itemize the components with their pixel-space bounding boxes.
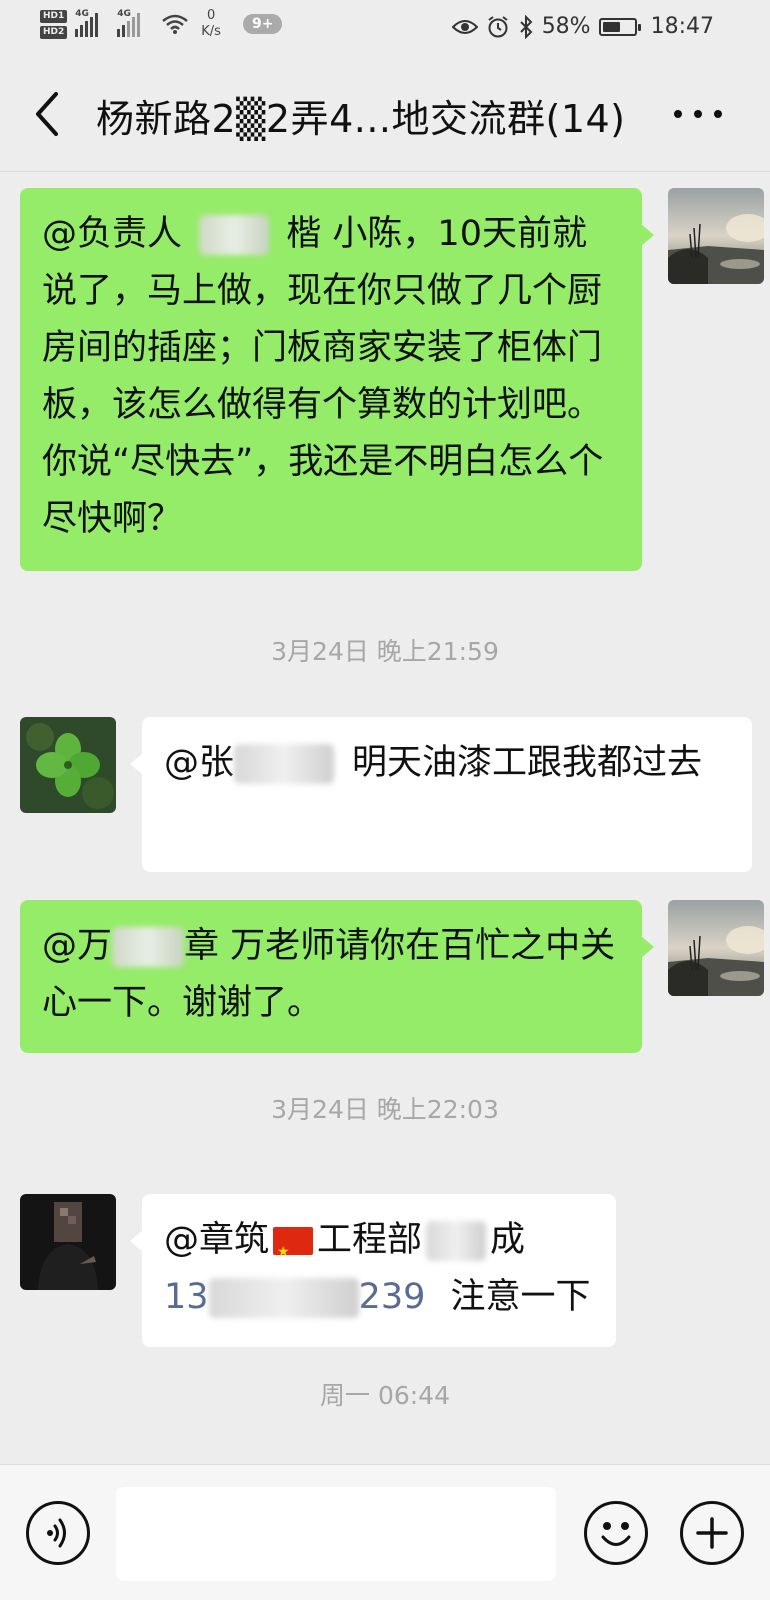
contact-avatar[interactable] [20, 1194, 116, 1290]
message-text: 说了，马上做，现在你只做了几个厨房间的插座；门板商家安装了柜体门板，该怎么做得有… [42, 271, 604, 539]
input-bar [0, 1464, 770, 1600]
redacted-name [234, 744, 335, 784]
redacted-name [199, 215, 270, 255]
message-text: 工程部 [317, 1220, 423, 1260]
my-avatar[interactable] [668, 900, 764, 996]
timestamp: 3月24日 晚上21:59 [271, 637, 499, 666]
phone-number-link[interactable]: 13 239 [164, 1277, 426, 1318]
message-text: 楷 小陈，10天前就 [286, 214, 587, 254]
signal-type-label: 4G [117, 9, 131, 19]
my-avatar[interactable] [668, 188, 764, 284]
sent-message-bubble[interactable]: @负责人 楷 小陈，10天前就 说了，马上做，现在你只做了几个厨房间的插座；门板… [20, 188, 654, 571]
battery-fill [602, 21, 620, 32]
timestamp: 3月24日 晚上22:03 [271, 1095, 499, 1124]
wifi-icon [162, 14, 189, 34]
status-bar: HD1 HD2 4G 4G 0 K/s 9+ 58% 18:47 [0, 0, 770, 56]
alarm-icon [488, 15, 508, 37]
hd-indicator: HD1 HD2 [40, 9, 68, 39]
lake-landscape-avatar-image [668, 188, 764, 284]
sent-message-bubble[interactable]: @万章 万老师请你在百忙之中关心一下。谢谢了。 [20, 900, 654, 1053]
battery-icon [598, 17, 641, 36]
clover-avatar-image [20, 717, 116, 813]
mention-text: @张 [164, 743, 235, 783]
group-title: 杨新路2▒2弄4...地交流群(14) [96, 97, 626, 141]
message-text: 注意一下 [450, 1277, 591, 1317]
signal-icon: 4G [75, 9, 105, 37]
person-avatar-image [20, 1194, 116, 1290]
speed-value: 0 [206, 8, 216, 23]
phone-number-start: 13 [164, 1277, 209, 1317]
hd2-label: HD2 [40, 25, 68, 39]
message-input[interactable] [116, 1487, 556, 1581]
network-speed: 0 K/s [201, 8, 221, 40]
eye-icon [451, 19, 478, 34]
voice-input-button[interactable] [26, 1501, 90, 1565]
contact-avatar[interactable] [20, 717, 116, 813]
more-options-icon[interactable] [670, 104, 726, 124]
redacted-name [426, 1221, 487, 1261]
hd1-label: HD1 [40, 9, 68, 23]
timestamp: 周一 06:44 [320, 1381, 450, 1410]
smiley-icon [601, 1522, 631, 1546]
mention-text: @万 [42, 926, 113, 966]
phone-number-end: 239 [358, 1277, 426, 1317]
emoji-button[interactable] [584, 1501, 648, 1565]
lake-landscape-avatar-image [668, 900, 764, 996]
more-functions-button[interactable] [680, 1501, 744, 1565]
clock: 18:47 [650, 14, 714, 39]
received-message-bubble[interactable]: @章筑 工程部 成 13 239 注意一下 [130, 1194, 616, 1347]
signal-type-label: 4G [75, 9, 89, 19]
voice-icon [47, 1518, 66, 1548]
message-text: 成 [490, 1220, 526, 1260]
mention-text: @负责人 [42, 214, 183, 254]
mention-text: @章筑 [164, 1220, 270, 1260]
notification-badge: 9+ [242, 14, 283, 34]
message-text: 明天油漆工跟我都过去 [352, 743, 703, 783]
plus-icon [696, 1517, 728, 1549]
redacted-phone-digits [208, 1278, 359, 1318]
speed-unit: K/s [201, 24, 221, 39]
battery-percent: 58% [541, 14, 591, 39]
back-arrow-icon[interactable] [28, 88, 68, 140]
redacted-name [112, 927, 185, 967]
message-list[interactable]: @负责人 楷 小陈，10天前就 说了，马上做，现在你只做了几个厨房间的插座；门板… [0, 172, 770, 1464]
bluetooth-icon [519, 14, 533, 39]
chat-header: 杨新路2▒2弄4...地交流群(14) [0, 56, 770, 172]
china-flag-emoji [273, 1224, 314, 1281]
signal-icon: 4G [117, 9, 147, 37]
received-message-bubble[interactable]: @张 明天油漆工跟我都过去 [130, 717, 752, 872]
